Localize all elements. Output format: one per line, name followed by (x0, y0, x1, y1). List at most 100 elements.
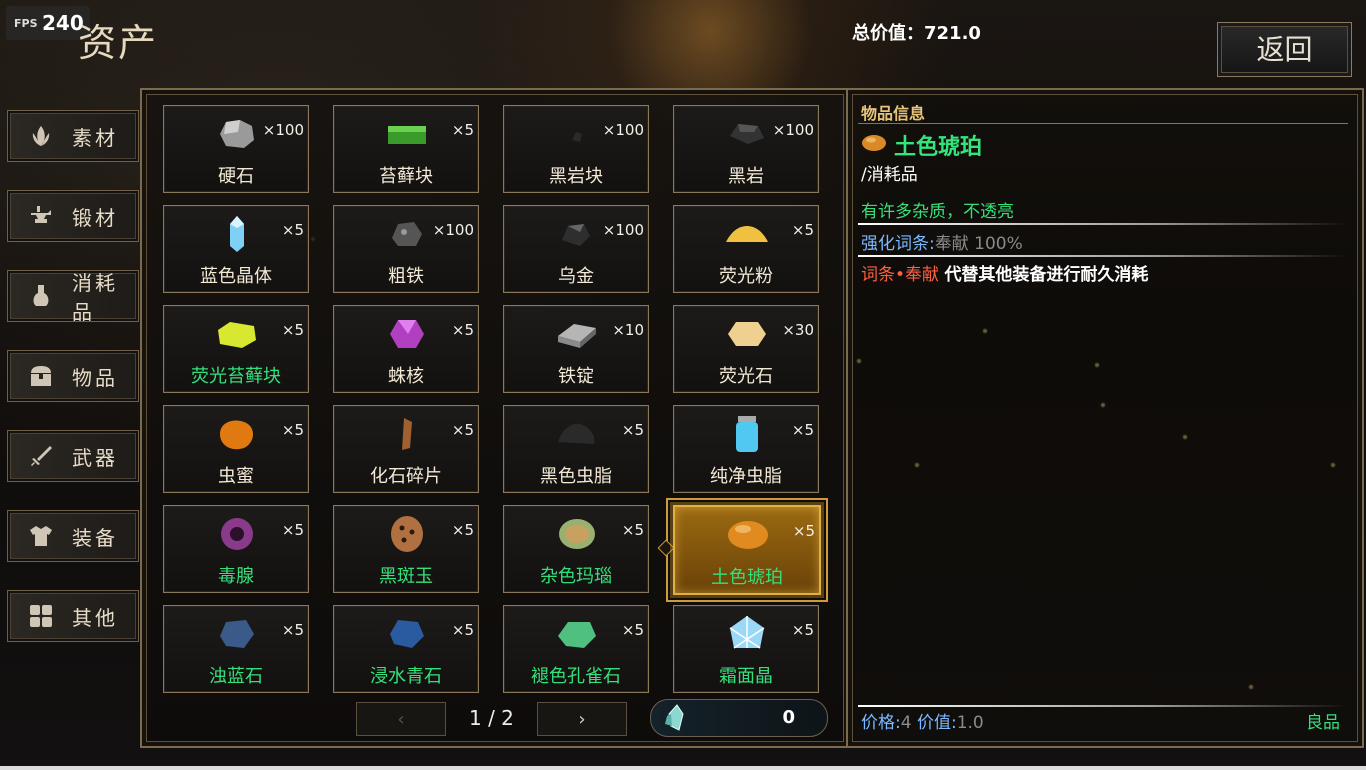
item-quantity: ×5 (791, 421, 814, 439)
chest-icon (28, 363, 54, 389)
item-name: 铁锭 (558, 366, 594, 387)
inventory-slot[interactable]: ×5 浊蓝石 (163, 605, 309, 693)
inventory-slot[interactable]: ×5 苔藓块 (333, 105, 479, 193)
inventory-slot[interactable]: ×5 土色琥珀 (673, 505, 821, 595)
fps-label: FPS (14, 17, 38, 30)
info-enhance-row: 强化词条:奉献 100% (861, 229, 1023, 254)
moss-icon (384, 114, 430, 154)
worth-label: 价值: (916, 713, 957, 733)
inventory-slot[interactable]: ×5 蓝色晶体 (163, 205, 309, 293)
enhance-label: 强化词条: (861, 234, 935, 254)
inventory-slot[interactable]: ×10 铁锭 (503, 305, 649, 393)
item-quantity: ×100 (432, 221, 474, 239)
inventory-slot[interactable]: ×100 硬石 (163, 105, 309, 193)
inventory-slot[interactable]: ×5 霜面晶 (673, 605, 819, 693)
glow-moss-icon (214, 314, 260, 354)
inventory-slot[interactable]: ×5 虫蜜 (163, 405, 309, 493)
glow-powder-icon (724, 214, 770, 254)
blue-crystal-icon (214, 214, 260, 254)
item-name: 荧光粉 (719, 266, 773, 287)
item-quantity: ×5 (621, 621, 644, 639)
inventory-slot[interactable]: ×5 化石碎片 (333, 405, 479, 493)
item-name: 黑岩 (728, 166, 764, 187)
amber-icon (725, 515, 771, 555)
info-price-row: 价格:4 价值:1.0 (861, 708, 984, 733)
item-name: 乌金 (558, 266, 594, 287)
inventory-slot[interactable]: ×5 黑斑玉 (333, 505, 479, 593)
divider (858, 255, 1348, 257)
inventory-slot[interactable]: ×5 荧光粉 (673, 205, 819, 293)
item-quantity: ×5 (281, 221, 304, 239)
page-title: 资产 (78, 21, 159, 65)
inventory-slot[interactable]: ×100 乌金 (503, 205, 649, 293)
enhance-value: 奉献 100% (934, 234, 1023, 254)
pure-resin-jar-icon (724, 414, 770, 454)
sidebar-item-label: 素材 (72, 125, 118, 150)
item-name: 杂色玛瑙 (540, 566, 612, 587)
item-quantity: ×100 (602, 221, 644, 239)
item-quantity: ×100 (262, 121, 304, 139)
agate-icon (554, 514, 600, 554)
total-value: 总价值：721.0 (852, 23, 981, 44)
item-quantity: ×5 (451, 321, 474, 339)
inventory-slot[interactable]: ×5 浸水青石 (333, 605, 479, 693)
sidebar-item-items[interactable]: 物品 (7, 350, 139, 402)
inventory-slot[interactable]: ×5 毒腺 (163, 505, 309, 593)
inventory-slot[interactable]: ×100 黑岩 (673, 105, 819, 193)
item-name: 蛛核 (388, 366, 424, 387)
sidebar-item-label: 物品 (72, 365, 118, 390)
sidebar-item-label: 武器 (72, 445, 118, 470)
inventory-slot[interactable]: ×30 荧光石 (673, 305, 819, 393)
inventory-slot[interactable]: ×100 粗铁 (333, 205, 479, 293)
prev-page-button[interactable]: ‹ (356, 702, 446, 736)
back-button[interactable]: 返回 (1217, 22, 1352, 77)
inventory-slot[interactable]: ×100 黑岩块 (503, 105, 649, 193)
price-label: 价格: (861, 713, 901, 733)
affix-label: 词条•奉献 (861, 265, 940, 285)
item-name: 纯净虫脂 (710, 466, 782, 487)
sidebar-item-label: 锻材 (72, 205, 118, 230)
item-quantity: ×100 (602, 121, 644, 139)
inventory-slot[interactable]: ×5 蛛核 (333, 305, 479, 393)
item-name: 褪色孔雀石 (531, 666, 621, 687)
inventory-slot[interactable]: ×5 纯净虫脂 (673, 405, 819, 493)
item-quantity: ×5 (281, 521, 304, 539)
item-quantity: ×5 (621, 421, 644, 439)
info-affix-row: 词条•奉献 代替其他装备进行耐久消耗 (861, 260, 1148, 285)
item-name: 荧光苔藓块 (191, 366, 281, 387)
divider (858, 705, 1348, 707)
inventory-slot[interactable]: ×5 褪色孔雀石 (503, 605, 649, 693)
sidebar-item-weapons[interactable]: 武器 (7, 430, 139, 482)
sidebar-item-label: 其他 (72, 605, 118, 630)
info-item-name: 土色琥珀 (894, 135, 983, 160)
murky-blue-stone-icon (214, 614, 260, 654)
next-page-button[interactable]: › (537, 702, 627, 736)
inventory-slot[interactable]: ×5 杂色玛瑙 (503, 505, 649, 593)
sidebar-item-equipment[interactable]: 装备 (7, 510, 139, 562)
item-info-panel (846, 88, 1364, 748)
item-name: 浸水青石 (370, 666, 442, 687)
sidebar-item-other[interactable]: 其他 (7, 590, 139, 642)
anvil-icon (28, 203, 54, 229)
sword-icon (28, 443, 54, 469)
soaked-bluestone-icon (384, 614, 430, 654)
inventory-slot[interactable]: ×5 黑色虫脂 (503, 405, 649, 493)
leaf-icon (28, 123, 54, 149)
item-name: 虫蜜 (218, 466, 254, 487)
item-name: 黑色虫脂 (540, 466, 612, 487)
currency-value: 0 (782, 707, 795, 728)
spider-core-icon (384, 314, 430, 354)
sidebar-item-materials[interactable]: 素材 (7, 110, 139, 162)
item-quantity: ×30 (782, 321, 814, 339)
black-rock-chunk-icon (554, 114, 600, 154)
stone-icon (214, 114, 260, 154)
item-name: 苔藓块 (379, 166, 433, 187)
item-quantity: ×5 (451, 421, 474, 439)
divider (858, 223, 1348, 225)
sidebar-item-forging[interactable]: 锻材 (7, 190, 139, 242)
info-header: 物品信息 (861, 104, 926, 123)
sidebar-item-consumables[interactable]: 消耗品 (7, 270, 139, 324)
item-name: 土色琥珀 (711, 567, 783, 588)
spotted-jade-icon (384, 514, 430, 554)
inventory-slot[interactable]: ×5 荧光苔藓块 (163, 305, 309, 393)
